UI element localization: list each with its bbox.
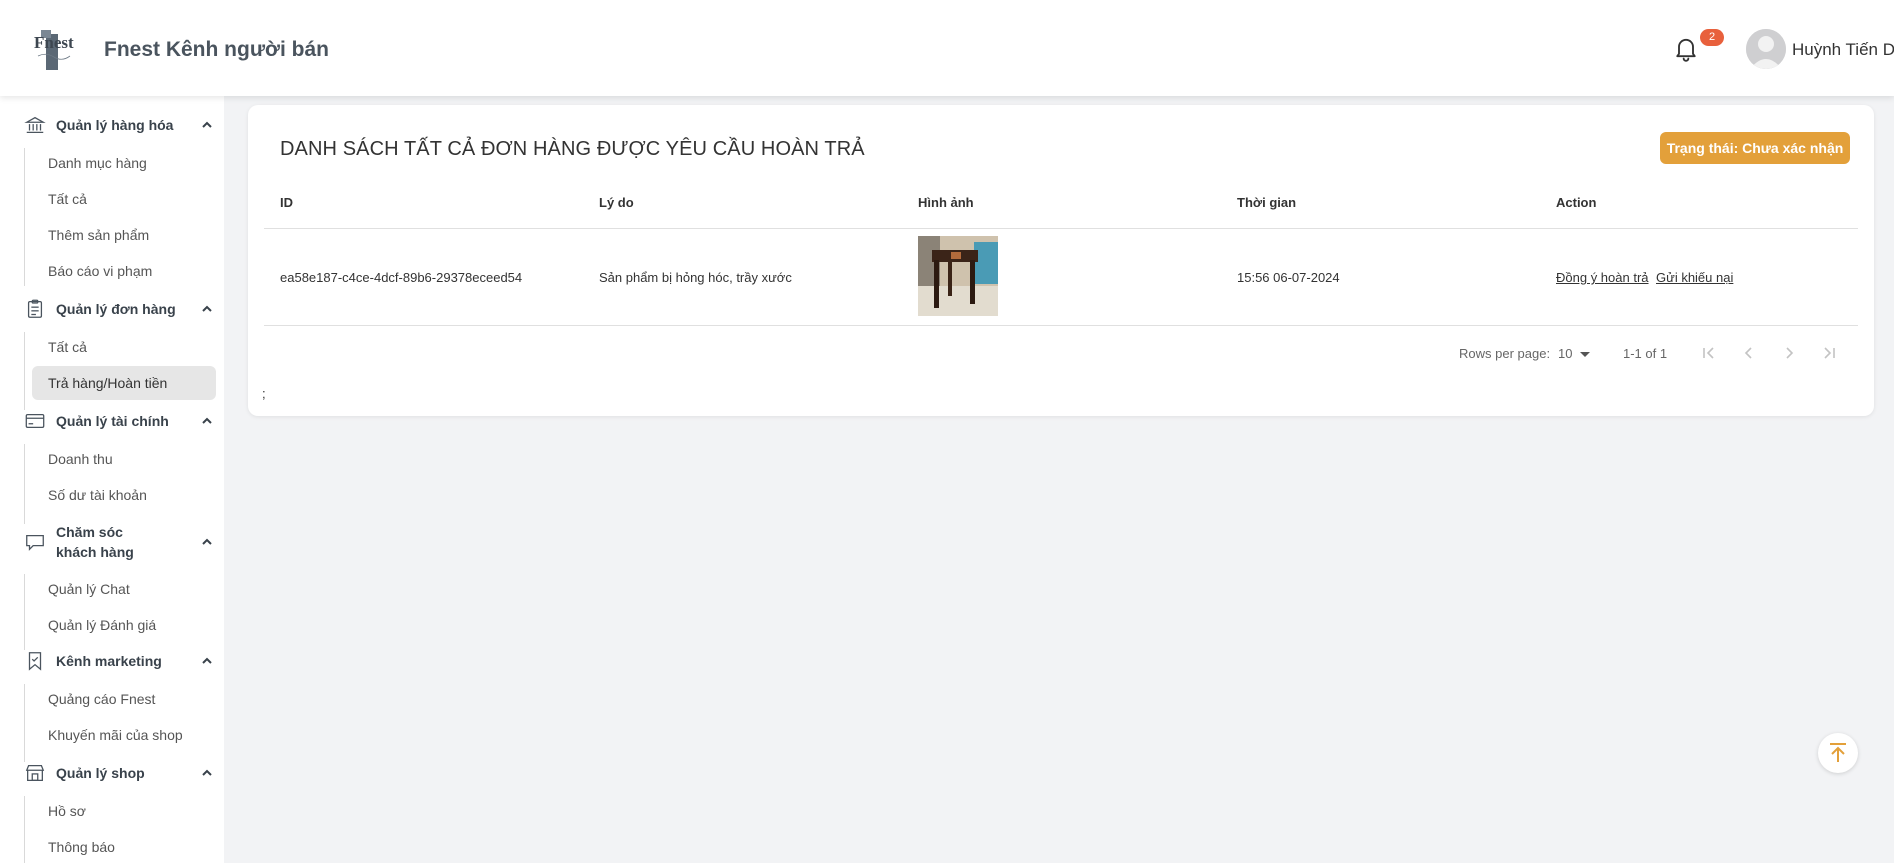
chevron-up-icon[interactable] xyxy=(200,414,214,428)
top-header: Fnest Fnest Kênh người bán 2 Huỳnh Tiến … xyxy=(0,0,1894,96)
bookmark-icon xyxy=(28,652,42,671)
user-name[interactable]: Huỳnh Tiến Dĩ xyxy=(1792,40,1894,60)
sidebar-section-title: Kênh marketing xyxy=(56,653,162,669)
scroll-to-top-button[interactable] xyxy=(1818,733,1858,773)
section-divider-line xyxy=(24,574,25,650)
sidebar-item-violation-report[interactable]: Báo cáo vi phạm xyxy=(32,254,216,288)
chevron-up-icon[interactable] xyxy=(200,535,214,549)
section-divider-line xyxy=(24,444,25,524)
chevron-up-icon[interactable] xyxy=(200,766,214,780)
arrow-up-icon xyxy=(1830,743,1846,762)
fnest-logo[interactable]: Fnest xyxy=(32,26,78,72)
chat-bubble-icon xyxy=(26,534,44,551)
cell-return-reason: Sản phẩm bị hỏng hóc, trầy xước xyxy=(599,270,792,285)
page-title: DANH SÁCH TẤT CẢ ĐƠN HÀNG ĐƯỢC YÊU CẦU H… xyxy=(280,138,865,160)
section-divider-line xyxy=(24,684,25,762)
sidebar-item-notifications[interactable]: Thông báo xyxy=(32,830,216,863)
pagination-range: 1-1 of 1 xyxy=(1623,346,1668,361)
status-filter-button[interactable]: Trạng thái: Chưa xác nhận xyxy=(1660,132,1850,164)
sidebar-item-shop-promotions[interactable]: Khuyến mãi của shop xyxy=(32,718,216,752)
rows-per-page-label: Rows per page: xyxy=(1459,346,1551,361)
sidebar-section-product-management[interactable]: Quản lý hàng hóa xyxy=(24,114,214,136)
svg-text:Fnest: Fnest xyxy=(34,33,74,52)
user-avatar[interactable] xyxy=(1746,29,1786,69)
sidebar-section-finance-management[interactable]: Quản lý tài chính xyxy=(24,410,214,432)
sidebar-item-account-balance[interactable]: Số dư tài khoản xyxy=(32,478,216,512)
sidebar-section-customer-care[interactable]: Chăm sóc khách hàng xyxy=(24,522,214,562)
sidebar-section-title: Quản lý hàng hóa xyxy=(56,117,174,133)
brand-title: Fnest Kênh người bán xyxy=(104,38,329,61)
sidebar-section-title: Quản lý tài chính xyxy=(56,413,169,429)
next-page-icon[interactable] xyxy=(1778,342,1800,364)
sidebar-section-title-line1: Chăm sóc xyxy=(56,524,123,540)
sidebar-item-all-orders[interactable]: Tất cả xyxy=(32,330,216,364)
sidebar-item-all-products[interactable]: Tất cả xyxy=(32,182,216,216)
sidebar: Quản lý hàng hóa Danh mục hàng Tất cả Th… xyxy=(0,96,224,863)
column-header-reason[interactable]: Lý do xyxy=(599,195,634,210)
sidebar-section-title: Quản lý đơn hàng xyxy=(56,301,176,317)
sidebar-section-shop-management[interactable]: Quản lý shop xyxy=(24,762,214,784)
section-divider-line xyxy=(24,148,25,286)
accept-return-link[interactable]: Đồng ý hoàn trả xyxy=(1556,270,1649,285)
sidebar-section-title: Chăm sóc khách hàng xyxy=(56,522,192,562)
send-complaint-link[interactable]: Gửi khiếu nại xyxy=(1656,270,1733,285)
chevron-up-icon[interactable] xyxy=(200,302,214,316)
column-header-action[interactable]: Action xyxy=(1556,195,1596,210)
sidebar-item-category[interactable]: Danh mục hàng xyxy=(32,146,216,180)
sidebar-item-profile[interactable]: Hồ sơ xyxy=(32,794,216,828)
sidebar-section-order-management[interactable]: Quản lý đơn hàng xyxy=(24,298,214,320)
bank-icon xyxy=(24,116,46,133)
sidebar-section-title: Quản lý shop xyxy=(56,765,145,781)
dropdown-caret-icon xyxy=(1580,352,1591,358)
sidebar-item-chat-management[interactable]: Quản lý Chat xyxy=(32,572,216,606)
sidebar-item-review-management[interactable]: Quản lý Đánh giá xyxy=(32,608,216,642)
cell-order-id: ea58e187-c4ce-4dcf-89b6-29378eceed54 xyxy=(280,270,523,285)
footnote-text: ; xyxy=(262,386,266,401)
section-divider-line xyxy=(24,796,25,863)
column-header-time[interactable]: Thời gian xyxy=(1237,195,1296,210)
notification-count-badge: 2 xyxy=(1700,29,1724,46)
sidebar-item-add-product[interactable]: Thêm sản phẩm xyxy=(32,218,216,252)
last-page-icon[interactable] xyxy=(1818,342,1840,364)
credit-card-icon xyxy=(25,413,45,429)
chevron-up-icon[interactable] xyxy=(200,118,214,132)
column-header-image[interactable]: Hình ảnh xyxy=(918,195,974,210)
chevron-up-icon[interactable] xyxy=(200,654,214,668)
clipboard-icon xyxy=(27,299,43,318)
sidebar-section-marketing[interactable]: Kênh marketing xyxy=(24,650,214,672)
sidebar-item-revenue[interactable]: Doanh thu xyxy=(32,442,216,476)
product-image-thumbnail[interactable] xyxy=(918,236,998,316)
store-icon xyxy=(25,765,45,781)
return-requests-card: DANH SÁCH TẤT CẢ ĐƠN HÀNG ĐƯỢC YÊU CẦU H… xyxy=(248,105,1874,416)
sidebar-section-title-line2: khách hàng xyxy=(56,544,134,560)
column-header-id[interactable]: ID xyxy=(280,195,293,210)
sidebar-item-fnest-ads[interactable]: Quảng cáo Fnest xyxy=(32,682,216,716)
first-page-icon[interactable] xyxy=(1698,342,1720,364)
previous-page-icon[interactable] xyxy=(1738,342,1760,364)
cell-request-time: 15:56 06-07-2024 xyxy=(1237,270,1340,285)
rows-per-page-value: 10 xyxy=(1558,346,1573,361)
section-divider-line xyxy=(24,332,25,410)
sidebar-item-returns-refunds[interactable]: Trả hàng/Hoàn tiền xyxy=(32,366,216,400)
table-header-divider xyxy=(264,228,1858,229)
notification-bell-icon[interactable] xyxy=(1672,33,1700,63)
rows-per-page-select[interactable]: 10 xyxy=(1558,346,1591,361)
table-row-divider xyxy=(264,325,1858,326)
